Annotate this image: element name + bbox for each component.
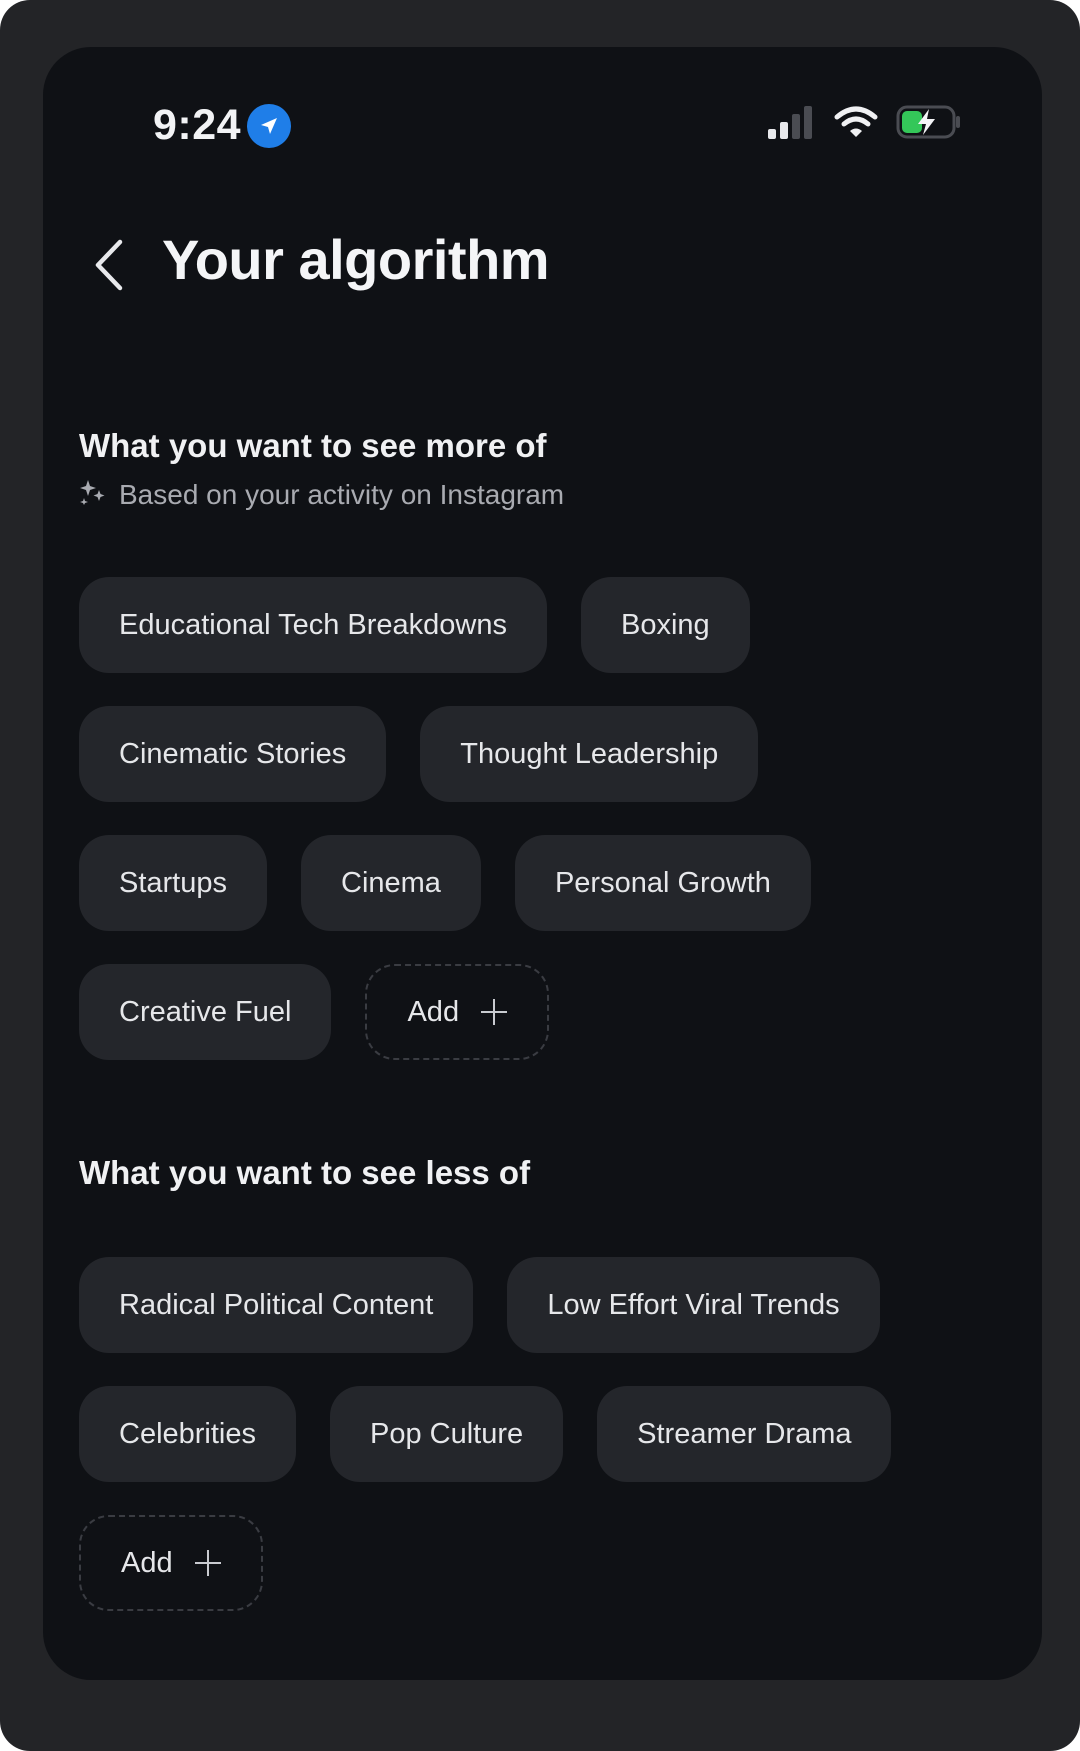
plus-icon (481, 999, 508, 1025)
topic-chip[interactable]: Startups (79, 835, 267, 931)
chevron-left-icon (95, 239, 123, 291)
status-icons (766, 105, 962, 144)
status-time-text: 9:24 (153, 101, 242, 149)
topic-chip[interactable]: Boxing (581, 577, 750, 673)
topic-chip[interactable]: Celebrities (79, 1386, 296, 1482)
less-section-title: What you want to see less of (79, 1154, 531, 1191)
cellular-signal-icon (766, 105, 816, 144)
wifi-icon (834, 105, 878, 144)
sparkles-icon (79, 477, 107, 512)
location-arrow-icon (247, 103, 292, 148)
less-chips: Radical Political Content Low Effort Vir… (79, 1257, 979, 1611)
page-title: Your algorithm (162, 228, 550, 291)
battery-charging-icon (896, 105, 962, 144)
phone-screen: 9:24 Your algorithm What you want to see… (43, 47, 1042, 1680)
topic-chip[interactable]: Streamer Drama (597, 1386, 892, 1482)
plus-icon (194, 1550, 221, 1576)
add-more-label: Add (407, 995, 460, 1028)
status-time: 9:24 (153, 101, 292, 150)
more-section-title: What you want to see more of (79, 427, 547, 464)
back-button[interactable] (89, 235, 129, 295)
topic-chip[interactable]: Low Effort Viral Trends (507, 1257, 880, 1353)
topic-chip[interactable]: Creative Fuel (79, 964, 332, 1060)
add-more-button[interactable]: Add (365, 964, 550, 1060)
topic-chip[interactable]: Radical Political Content (79, 1257, 474, 1353)
add-less-button[interactable]: Add (79, 1515, 263, 1611)
device-frame: 9:24 Your algorithm What you want to see… (0, 0, 1080, 1751)
topic-chip[interactable]: Thought Leadership (420, 706, 759, 802)
topic-chip[interactable]: Pop Culture (330, 1386, 564, 1482)
more-section-subtitle: Based on your activity on Instagram (79, 477, 564, 512)
more-chips: Educational Tech Breakdowns Boxing Cinem… (79, 577, 979, 1060)
more-section-subtitle-text: Based on your activity on Instagram (119, 478, 565, 510)
topic-chip[interactable]: Educational Tech Breakdowns (79, 577, 547, 673)
topic-chip[interactable]: Cinema (301, 835, 481, 931)
topic-chip[interactable]: Personal Growth (514, 835, 811, 931)
add-less-label: Add (121, 1546, 173, 1579)
topic-chip[interactable]: Cinematic Stories (79, 706, 387, 802)
